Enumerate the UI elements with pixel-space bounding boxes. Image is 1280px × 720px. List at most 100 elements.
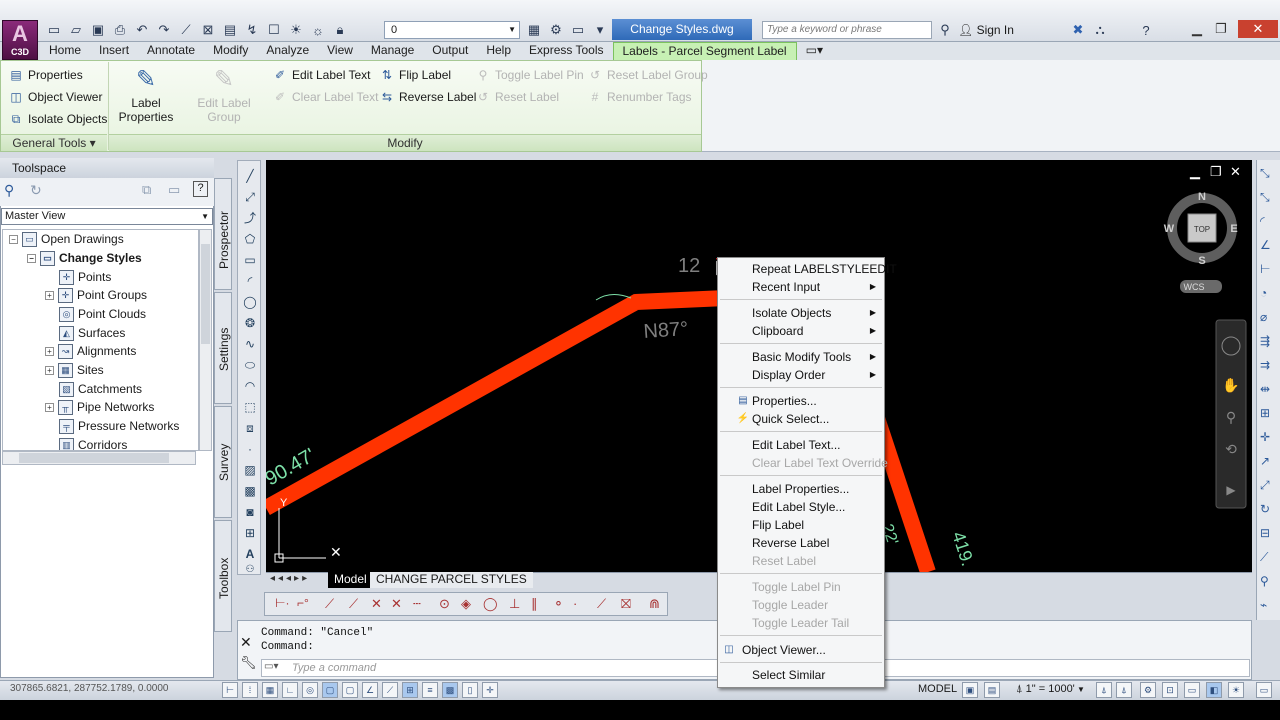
document-tab[interactable]: Change Styles.dwg xyxy=(612,19,752,40)
flip-label-button[interactable]: ⇅ Flip Label xyxy=(379,65,451,85)
close-command-icon[interactable]: ✕ xyxy=(240,634,252,651)
tab-annotate[interactable]: Annotate xyxy=(138,42,204,60)
region-icon[interactable]: ◙ xyxy=(241,503,259,521)
rectangle-icon[interactable]: ▭ xyxy=(241,251,259,269)
compass-s[interactable]: S xyxy=(1198,255,1205,267)
a360-icon[interactable]: ⛬ xyxy=(1090,21,1110,39)
tree-node-alignments[interactable]: + ↝ Alignments xyxy=(45,342,136,360)
ortho-mode-icon[interactable]: ∟ xyxy=(282,682,298,698)
menu-item-basic-modify-tools[interactable]: Basic Modify Tools ▶ xyxy=(718,348,884,366)
insert-block-icon[interactable]: ⬚ xyxy=(241,398,259,416)
menu-item-clipboard[interactable]: Clipboard ▶ xyxy=(718,322,884,340)
quick-view-drawings-icon[interactable]: ▤ xyxy=(984,682,1000,698)
pan-icon[interactable]: ✋ xyxy=(1222,377,1239,394)
zoom-icon[interactable]: ⚲ xyxy=(4,182,14,199)
nearest-icon[interactable]: ⟋ xyxy=(597,596,606,612)
menu-item-quick-select[interactable]: ⚡ Quick Select... xyxy=(718,410,884,428)
minimize-app-button[interactable]: ▁ xyxy=(1186,20,1208,38)
dim-update-icon[interactable]: ↻ xyxy=(1260,502,1270,516)
quadrant-icon[interactable]: ◈ xyxy=(461,596,471,612)
label-bearing[interactable]: N87° xyxy=(643,318,689,343)
perpendicular-icon[interactable]: ⊥ xyxy=(509,596,520,612)
object-snap-icon[interactable]: ▢ xyxy=(322,682,338,698)
sign-in-button[interactable]: 👤︎ Sign In xyxy=(958,21,1062,39)
tab-home[interactable]: Home xyxy=(40,42,90,60)
tree-vertical-scrollbar[interactable] xyxy=(199,229,212,451)
customize-command-icon[interactable]: 🔧︎ xyxy=(240,655,257,671)
bulb-icon[interactable]: ☀ xyxy=(286,21,306,39)
node-icon[interactable]: · xyxy=(573,596,577,611)
lock-ui-icon[interactable]: ⊡ xyxy=(1162,682,1178,698)
extension-icon[interactable]: ┄ xyxy=(413,596,421,612)
intersection-icon[interactable]: ✕ xyxy=(371,596,382,612)
isolate-objects-button[interactable]: ⧉ Isolate Objects xyxy=(8,109,108,129)
master-view-select[interactable]: Master View ▼ xyxy=(1,208,213,225)
layout-nav-arrows-icon[interactable]: ◂◂◂▸▸ xyxy=(270,573,310,584)
renumber-tags-button[interactable]: # Renumber Tags xyxy=(587,87,692,107)
annotation-visibility-icon[interactable]: ⍋ xyxy=(1096,682,1112,698)
tab-output[interactable]: Output xyxy=(423,42,477,60)
menu-item-edit-label-style[interactable]: Edit Label Style... xyxy=(718,498,884,516)
menu-item-label-properties[interactable]: Label Properties... xyxy=(718,480,884,498)
spline-icon[interactable]: ∿ xyxy=(241,335,259,353)
new-icon[interactable]: ▭ xyxy=(44,21,64,39)
endpoint-icon[interactable]: ⟋ xyxy=(325,596,334,612)
match-properties-icon[interactable]: ⟋ xyxy=(176,21,196,39)
general-tools-panel-title[interactable]: General Tools ▾ xyxy=(1,134,107,151)
tree-node-corridors[interactable]: ▥ Corridors xyxy=(59,436,127,450)
layer-freeze-icon[interactable]: ☐ xyxy=(264,21,284,39)
object-snap-tracking-icon[interactable]: ∠ xyxy=(362,682,378,698)
gradient-icon[interactable]: ▩ xyxy=(241,482,259,500)
revcloud-icon[interactable]: ❂ xyxy=(241,314,259,332)
menu-item-toggle-leader-tail[interactable]: Toggle Leader Tail xyxy=(718,614,884,632)
make-block-icon[interactable]: ⧈ xyxy=(241,419,259,437)
undo-icon[interactable]: ↶ xyxy=(132,21,152,39)
list-view-icon[interactable]: ▭ xyxy=(168,182,180,198)
tree-horizontal-scrollbar[interactable] xyxy=(2,451,196,465)
inspect-icon[interactable]: ⚲ xyxy=(1260,574,1269,588)
open-icon[interactable]: ▱ xyxy=(66,21,86,39)
tab-survey[interactable]: Survey xyxy=(214,406,232,518)
scrollbar-thumb[interactable] xyxy=(19,453,169,463)
point-icon[interactable]: · xyxy=(241,440,259,458)
tab-view[interactable]: View xyxy=(318,42,362,60)
help-icon[interactable]: ? xyxy=(193,181,208,197)
menu-item-display-order[interactable]: Display Order ▶ xyxy=(718,366,884,384)
menu-item-isolate-objects[interactable]: Isolate Objects ▶ xyxy=(718,304,884,322)
label-top[interactable]: 12 xyxy=(678,255,700,277)
tab-help[interactable]: Help xyxy=(477,42,520,60)
edit-label-text-button[interactable]: ✐ Edit Label Text xyxy=(272,65,371,85)
polygon-icon[interactable]: ⬠ xyxy=(241,230,259,248)
redo-icon[interactable]: ↷ xyxy=(154,21,174,39)
application-menu-button[interactable]: A C3D xyxy=(2,20,38,60)
menu-item-object-viewer[interactable]: ◫ Object Viewer... xyxy=(718,641,884,659)
circle-icon[interactable]: ◯ xyxy=(241,293,259,311)
toolbar-icon[interactable]: ⚙ xyxy=(546,21,566,39)
save-icon[interactable]: ▣ xyxy=(88,21,108,39)
dynamic-input-icon[interactable]: ⊞ xyxy=(402,682,418,698)
transparency-icon[interactable]: ▩ xyxy=(442,682,458,698)
selection-cycling-icon[interactable]: ✛ xyxy=(482,682,498,698)
midpoint-icon[interactable]: ⟋ xyxy=(349,596,358,612)
hatch-icon[interactable]: ▨ xyxy=(241,461,259,479)
dynamic-ucs-icon[interactable]: ⟋ xyxy=(382,682,398,698)
quick-view-layouts-icon[interactable]: ▣ xyxy=(962,682,978,698)
infer-constraints-icon[interactable]: ⊢ xyxy=(222,682,238,698)
tab-modify[interactable]: Modify xyxy=(204,42,257,60)
tab-express-tools[interactable]: Express Tools xyxy=(520,42,612,60)
tree-node-surfaces[interactable]: ◭ Surfaces xyxy=(59,324,125,342)
sun-icon[interactable]: ☼ xyxy=(308,21,328,39)
oblique-icon[interactable]: ⟋ xyxy=(1260,550,1268,565)
ellipse-arc-icon[interactable]: ◠ xyxy=(241,377,259,395)
construction-line-icon[interactable]: ⤢ xyxy=(241,188,259,206)
tab-manage[interactable]: Manage xyxy=(362,42,423,60)
print-icon[interactable]: ⎙ xyxy=(110,21,130,39)
reset-label-group-button[interactable]: ↺ Reset Label Group xyxy=(587,65,708,85)
showmotion-icon[interactable]: ▶ xyxy=(1226,483,1236,497)
layer-state-icon[interactable]: ↯ xyxy=(242,21,262,39)
tab-toolbox[interactable]: Toolbox xyxy=(214,520,232,632)
scrollbar-thumb[interactable] xyxy=(201,244,210,344)
qat-dropdown-icon[interactable]: ▾ xyxy=(590,21,610,39)
viewcube[interactable]: TOP N S E W WCS xyxy=(1164,191,1238,293)
reset-label-button[interactable]: ↺ Reset Label xyxy=(475,87,559,107)
